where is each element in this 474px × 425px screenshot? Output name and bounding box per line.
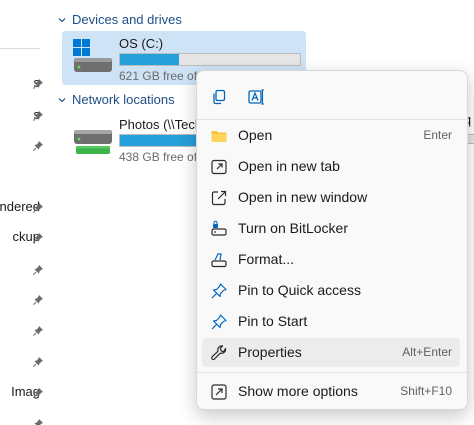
group-header-label: Devices and drives — [72, 12, 182, 27]
context-menu: Open Enter Open in new tab Open in new w… — [196, 70, 468, 410]
pin-icon — [32, 386, 44, 399]
pin-icon — [32, 263, 44, 276]
menu-item-label: Pin to Quick access — [238, 282, 361, 298]
rename-button[interactable] — [242, 83, 270, 111]
copy-icon — [213, 89, 226, 105]
menu-item-label: Show more options — [238, 383, 358, 399]
drive-name: Photos (\\Techr — [119, 117, 207, 132]
group-header-network[interactable]: Network locations — [58, 92, 175, 107]
menu-item-turn-on-bitlocker[interactable]: Turn on BitLocker — [202, 214, 460, 243]
group-header-label: Network locations — [72, 92, 175, 107]
sidebar-item[interactable] — [0, 350, 50, 374]
folder-icon — [211, 131, 227, 142]
rename-icon — [248, 89, 264, 105]
pin-icon — [32, 293, 44, 306]
menu-item-label: Format... — [238, 251, 295, 267]
menu-item-label: Pin to Start — [238, 313, 308, 329]
pin-icon — [211, 314, 227, 330]
pin-icon — [32, 417, 44, 425]
menu-divider — [197, 119, 467, 120]
network-drive-icon — [74, 130, 112, 154]
menu-item-open-new-tab[interactable]: Open in new tab — [202, 152, 460, 181]
menu-item-pin-to-start[interactable]: Pin to Start — [202, 307, 460, 336]
sidebar-item[interactable] — [0, 134, 50, 158]
menu-item-label: Open in new window — [238, 189, 368, 205]
sidebar-item[interactable] — [0, 258, 50, 282]
drive-name: OS (C:) — [119, 36, 164, 51]
nav-divider — [0, 48, 40, 49]
pin-icon — [211, 283, 227, 299]
pin-icon — [32, 77, 44, 90]
menu-item-shortcut: Alt+Enter — [402, 345, 452, 359]
chevron-down-icon — [58, 17, 66, 22]
drive-usage-fill — [120, 54, 180, 65]
menu-item-format[interactable]: Format... — [202, 245, 460, 274]
sidebar-item[interactable]: ckup — [0, 226, 50, 250]
navigation-pane: ss endered ckup Imag — [0, 0, 50, 425]
pin-icon — [32, 324, 44, 337]
pin-icon — [32, 231, 44, 244]
group-header-devices[interactable]: Devices and drives — [58, 12, 182, 27]
menu-item-label: Properties — [238, 344, 302, 360]
chevron-down-icon — [58, 97, 66, 102]
drive-free-space: 438 GB free of — [119, 150, 198, 164]
more-options-icon — [211, 384, 227, 400]
drive-usage-fill — [120, 135, 198, 146]
menu-item-shortcut: Enter — [423, 128, 452, 142]
pin-icon — [32, 109, 44, 122]
drive-free-space: 621 GB free of — [119, 69, 198, 83]
pin-icon — [32, 139, 44, 152]
sidebar-item[interactable]: s — [0, 104, 50, 128]
drive-usage-bar — [119, 53, 301, 66]
windows-drive-icon — [73, 39, 112, 72]
format-icon — [211, 253, 227, 268]
sidebar-item[interactable] — [0, 288, 50, 312]
menu-item-open-new-window[interactable]: Open in new window — [202, 183, 460, 212]
wrench-icon — [211, 345, 227, 361]
menu-item-properties[interactable]: Properties Alt+Enter — [202, 338, 460, 367]
menu-item-label: Turn on BitLocker — [238, 220, 348, 236]
menu-item-pin-to-quick-access[interactable]: Pin to Quick access — [202, 276, 460, 305]
menu-item-label: Open in new tab — [238, 158, 340, 174]
menu-divider — [197, 372, 467, 373]
pin-icon — [32, 201, 44, 214]
bitlocker-icon — [211, 220, 227, 236]
copy-button[interactable] — [205, 83, 233, 111]
menu-item-label: Open — [238, 127, 273, 143]
sidebar-item[interactable] — [0, 412, 50, 425]
sidebar-item[interactable]: endered — [0, 196, 50, 220]
open-new-window-icon — [211, 190, 227, 206]
menu-item-shortcut: Shift+F10 — [400, 384, 452, 398]
pin-icon — [32, 355, 44, 368]
open-new-tab-icon — [211, 159, 227, 175]
sidebar-item[interactable] — [0, 319, 50, 343]
menu-item-open[interactable]: Open Enter — [202, 121, 460, 150]
sidebar-item[interactable]: s — [0, 72, 50, 96]
sidebar-item[interactable]: Imag — [0, 381, 50, 405]
menu-item-show-more-options[interactable]: Show more options Shift+F10 — [202, 377, 460, 406]
